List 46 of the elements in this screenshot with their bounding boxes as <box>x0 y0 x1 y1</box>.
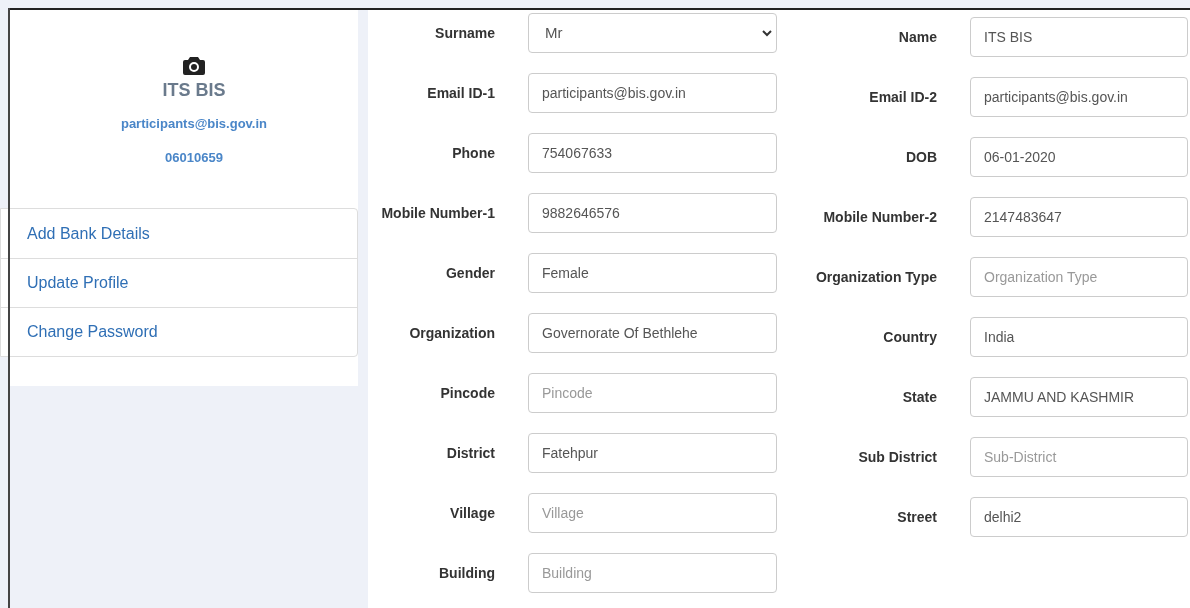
surname-select[interactable]: Mr <box>528 13 777 53</box>
text-input[interactable]: Village <box>528 493 777 533</box>
menu-link[interactable]: Change Password <box>1 307 357 356</box>
field-label: Email ID-2 <box>868 87 937 107</box>
text-input[interactable]: Female <box>528 253 777 293</box>
text-input[interactable]: JAMMU AND KASHMIR <box>970 377 1188 417</box>
field-label: Mobile Number-2 <box>822 207 937 227</box>
text-input[interactable]: Building <box>528 553 777 593</box>
text-input[interactable]: participants@bis.gov.in <box>528 73 777 113</box>
field-label: DOB <box>904 147 937 167</box>
field-label: Building <box>438 563 495 583</box>
field-label: State <box>901 387 937 407</box>
text-input[interactable]: 2147483647 <box>970 197 1188 237</box>
text-input[interactable]: India <box>970 317 1188 357</box>
field-label: Pincode <box>439 383 495 403</box>
field-label: Mobile Number-1 <box>380 203 495 223</box>
field-label: Country <box>882 327 937 347</box>
text-input[interactable]: delhi2 <box>970 497 1188 537</box>
text-input[interactable]: 9882646576 <box>528 193 777 233</box>
text-input[interactable]: 06-01-2020 <box>970 137 1188 177</box>
text-input[interactable]: ITS BIS <box>970 17 1188 57</box>
field-label: Village <box>449 503 495 523</box>
field-label: Sub District <box>857 447 937 467</box>
field-label: Gender <box>445 263 495 283</box>
text-input[interactable]: Sub-District <box>970 437 1188 477</box>
field-label: Name <box>897 27 937 47</box>
menu-link[interactable]: Add Bank Details <box>1 209 357 258</box>
profile-email: participants@bis.gov.in <box>120 115 268 133</box>
text-input[interactable]: Fatehpur <box>528 433 777 473</box>
menu-link[interactable]: Update Profile <box>1 258 357 307</box>
text-input[interactable]: participants@bis.gov.in <box>970 77 1188 117</box>
camera-icon[interactable] <box>183 55 205 75</box>
field-label: Email ID-1 <box>426 83 495 103</box>
text-input[interactable]: Organization Type <box>970 257 1188 297</box>
field-label: Organization Type <box>814 267 937 287</box>
chevron-down-icon <box>762 29 772 37</box>
field-label: Phone <box>451 143 495 163</box>
field-label: Surname <box>434 23 495 43</box>
text-input[interactable]: 754067633 <box>528 133 777 173</box>
field-label: District <box>445 443 495 463</box>
field-label: Street <box>896 507 937 527</box>
profile-id: 06010659 <box>165 148 223 167</box>
text-input[interactable]: Governorate Of Bethlehe <box>528 313 777 353</box>
text-input[interactable]: Pincode <box>528 373 777 413</box>
profile-name: ITS BIS <box>162 79 226 102</box>
field-label: Organization <box>408 323 495 343</box>
